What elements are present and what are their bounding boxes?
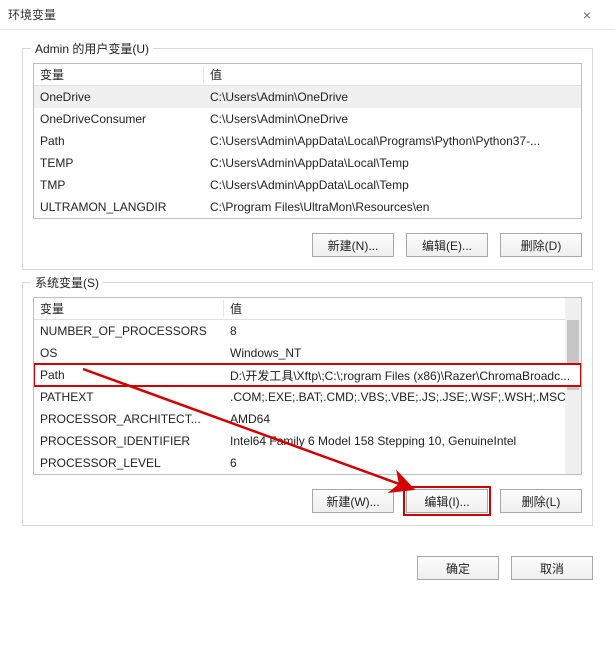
user-delete-button[interactable]: 删除(D) bbox=[500, 233, 582, 257]
cell-var-value: Intel64 Family 6 Model 158 Stepping 10, … bbox=[224, 434, 581, 448]
cell-var-name: PROCESSOR_IDENTIFIER bbox=[34, 434, 224, 448]
system-vars-body: NUMBER_OF_PROCESSORS8OSWindows_NTPathD:\… bbox=[34, 320, 581, 474]
cell-var-value: C:\Users\Admin\AppData\Local\Temp bbox=[204, 178, 581, 192]
footer-buttons: 确定 取消 bbox=[0, 548, 615, 594]
user-new-button[interactable]: 新建(N)... bbox=[312, 233, 394, 257]
table-row[interactable]: PATHEXT.COM;.EXE;.BAT;.CMD;.VBS;.VBE;.JS… bbox=[34, 386, 581, 408]
user-vars-body: OneDriveC:\Users\Admin\OneDriveOneDriveC… bbox=[34, 86, 581, 218]
cell-var-value: .COM;.EXE;.BAT;.CMD;.VBS;.VBE;.JS;.JSE;.… bbox=[224, 390, 581, 404]
system-vars-table[interactable]: 变量 值 NUMBER_OF_PROCESSORS8OSWindows_NTPa… bbox=[33, 297, 582, 475]
table-row[interactable]: TMPC:\Users\Admin\AppData\Local\Temp bbox=[34, 174, 581, 196]
cell-var-name: OneDriveConsumer bbox=[34, 112, 204, 126]
table-row[interactable]: OSWindows_NT bbox=[34, 342, 581, 364]
cell-var-value: D:\开发工具\Xftp\;C:\;rogram Files (x86)\Raz… bbox=[224, 367, 581, 384]
table-row[interactable]: TEMPC:\Users\Admin\AppData\Local\Temp bbox=[34, 152, 581, 174]
cell-var-value: C:\Users\Admin\AppData\Local\Programs\Py… bbox=[204, 134, 581, 148]
cell-var-name: NUMBER_OF_PROCESSORS bbox=[34, 324, 224, 338]
col-header-name[interactable]: 变量 bbox=[34, 300, 224, 317]
cancel-button[interactable]: 取消 bbox=[511, 556, 593, 580]
cell-var-name: PROCESSOR_LEVEL bbox=[34, 456, 224, 470]
user-vars-group: Admin 的用户变量(U) 变量 值 OneDriveC:\Users\Adm… bbox=[22, 48, 593, 270]
cell-var-value: 6 bbox=[224, 456, 581, 470]
cell-var-value: C:\Users\Admin\AppData\Local\Temp bbox=[204, 156, 581, 170]
cell-var-name: PROCESSOR_ARCHITECT... bbox=[34, 412, 224, 426]
cell-var-value: Windows_NT bbox=[224, 346, 581, 360]
scrollbar[interactable] bbox=[565, 298, 581, 474]
cell-var-value: 8 bbox=[224, 324, 581, 338]
table-row[interactable]: PathC:\Users\Admin\AppData\Local\Program… bbox=[34, 130, 581, 152]
table-row[interactable]: NUMBER_OF_PROCESSORS8 bbox=[34, 320, 581, 342]
cell-var-value: C:\Users\Admin\OneDrive bbox=[204, 112, 581, 126]
col-header-value[interactable]: 值 bbox=[204, 66, 581, 83]
cell-var-name: OS bbox=[34, 346, 224, 360]
system-vars-label: 系统变量(S) bbox=[31, 274, 103, 291]
titlebar: 环境变量 × bbox=[0, 0, 615, 30]
close-icon[interactable]: × bbox=[567, 1, 607, 29]
cell-var-name: TEMP bbox=[34, 156, 204, 170]
table-row[interactable]: OneDriveConsumerC:\Users\Admin\OneDrive bbox=[34, 108, 581, 130]
cell-var-name: ULTRAMON_LANGDIR bbox=[34, 200, 204, 214]
col-header-value[interactable]: 值 bbox=[224, 300, 581, 317]
col-header-name[interactable]: 变量 bbox=[34, 66, 204, 83]
cell-var-name: OneDrive bbox=[34, 90, 204, 104]
window-title: 环境变量 bbox=[8, 6, 567, 23]
ok-button[interactable]: 确定 bbox=[417, 556, 499, 580]
cell-var-value: C:\Program Files\UltraMon\Resources\en bbox=[204, 200, 581, 214]
dialog-content: Admin 的用户变量(U) 变量 值 OneDriveC:\Users\Adm… bbox=[0, 30, 615, 548]
table-row[interactable]: PROCESSOR_ARCHITECT...AMD64 bbox=[34, 408, 581, 430]
system-new-button[interactable]: 新建(W)... bbox=[312, 489, 394, 513]
cell-var-name: Path bbox=[34, 134, 204, 148]
user-vars-label: Admin 的用户变量(U) bbox=[31, 40, 153, 57]
user-vars-buttons: 新建(N)... 编辑(E)... 删除(D) bbox=[33, 233, 582, 257]
cell-var-name: PATHEXT bbox=[34, 390, 224, 404]
table-row[interactable]: PathD:\开发工具\Xftp\;C:\;rogram Files (x86)… bbox=[34, 364, 581, 386]
system-delete-button[interactable]: 删除(L) bbox=[500, 489, 582, 513]
table-row[interactable]: OneDriveC:\Users\Admin\OneDrive bbox=[34, 86, 581, 108]
system-vars-group: 系统变量(S) 变量 值 NUMBER_OF_PROCESSORS8OSWind… bbox=[22, 282, 593, 526]
cell-var-value: AMD64 bbox=[224, 412, 581, 426]
table-header: 变量 值 bbox=[34, 64, 581, 86]
user-vars-table[interactable]: 变量 值 OneDriveC:\Users\Admin\OneDriveOneD… bbox=[33, 63, 582, 219]
user-edit-button[interactable]: 编辑(E)... bbox=[406, 233, 488, 257]
cell-var-name: Path bbox=[34, 368, 224, 382]
table-row[interactable]: PROCESSOR_LEVEL6 bbox=[34, 452, 581, 474]
system-vars-buttons: 新建(W)... 编辑(I)... 删除(L) bbox=[33, 489, 582, 513]
cell-var-value: C:\Users\Admin\OneDrive bbox=[204, 90, 581, 104]
cell-var-name: TMP bbox=[34, 178, 204, 192]
table-header: 变量 值 bbox=[34, 298, 581, 320]
table-row[interactable]: ULTRAMON_LANGDIRC:\Program Files\UltraMo… bbox=[34, 196, 581, 218]
system-edit-button[interactable]: 编辑(I)... bbox=[406, 489, 488, 513]
table-row[interactable]: PROCESSOR_IDENTIFIERIntel64 Family 6 Mod… bbox=[34, 430, 581, 452]
